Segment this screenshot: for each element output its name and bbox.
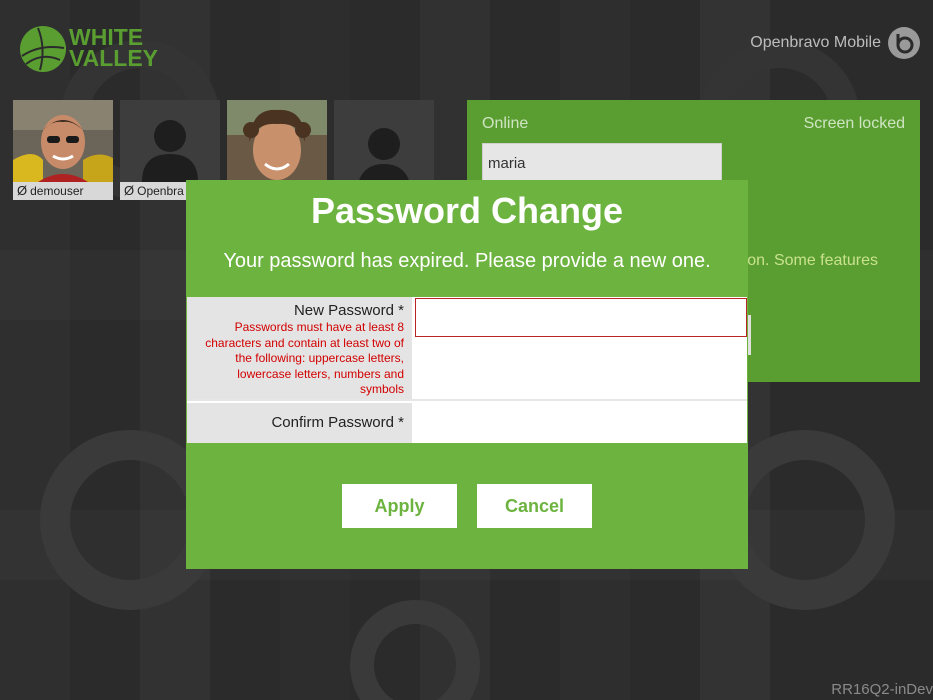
- company-logo-text: WHITE VALLEY: [69, 24, 159, 71]
- user-name: Openbra: [137, 184, 184, 198]
- new-password-label-cell: New Password * Passwords must have at le…: [187, 297, 412, 399]
- user-name: demouser: [30, 184, 84, 198]
- openbravo-logo-icon: [888, 27, 920, 59]
- cancel-button[interactable]: Cancel: [477, 484, 592, 528]
- product-name: Openbravo Mobile: [750, 34, 881, 51]
- new-password-row: New Password * Passwords must have at le…: [187, 297, 747, 401]
- connection-status: Online: [482, 115, 529, 132]
- dialog-subtitle: Your password has expired. Please provid…: [223, 250, 711, 272]
- new-password-input[interactable]: [415, 298, 747, 337]
- confirm-password-label-cell: Confirm Password *: [187, 403, 412, 443]
- company-logo: WHITE VALLEY: [20, 26, 160, 74]
- default-avatar-icon: [120, 100, 220, 182]
- password-form: New Password * Passwords must have at le…: [187, 297, 747, 443]
- offline-status-icon: Ø: [124, 183, 135, 198]
- dialog-title: Password Change: [310, 190, 624, 231]
- apply-button[interactable]: Apply: [342, 484, 457, 528]
- user-tile-demouser[interactable]: Ødemouser: [13, 100, 113, 200]
- user-photo: [13, 100, 113, 182]
- screen-locked-label: Screen locked: [803, 115, 905, 132]
- version-label: RR16Q2-inDev: [831, 681, 933, 698]
- new-password-label: New Password *: [293, 302, 404, 319]
- confirm-password-row: Confirm Password *: [187, 403, 747, 443]
- password-change-dialog: Password Change Your password has expire…: [186, 180, 748, 569]
- confirm-password-label: Confirm Password *: [271, 414, 404, 431]
- company-logo-icon: [20, 26, 66, 72]
- login-message: on. Some features: [747, 252, 878, 269]
- password-requirements-hint: Passwords must have at least 8 character…: [205, 320, 404, 397]
- user-caption: Ødemouser: [13, 182, 113, 200]
- confirm-password-input[interactable]: [415, 403, 747, 443]
- offline-status-icon: Ø: [17, 183, 28, 198]
- username-input[interactable]: maria: [482, 143, 722, 183]
